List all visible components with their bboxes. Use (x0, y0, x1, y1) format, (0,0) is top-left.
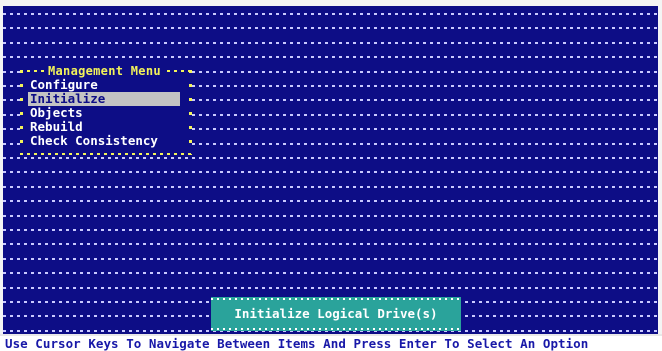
status-bar: Use Cursor Keys To Navigate Between Item… (0, 336, 662, 351)
menu-item-rebuild[interactable]: Rebuild (28, 120, 180, 134)
menu-title: Management Menu (44, 64, 165, 78)
info-box-border-bottom (211, 328, 461, 330)
management-menu: Management Menu Configure Initialize Obj… (20, 64, 192, 157)
background-dash-row (3, 171, 658, 173)
screen-bezel-right (658, 0, 662, 351)
menu-item-configure[interactable]: Configure (28, 78, 180, 92)
bios-screen: Management Menu Configure Initialize Obj… (0, 0, 662, 351)
menu-border-right (189, 70, 192, 155)
background-dash-row (3, 258, 658, 260)
background-dash-row (3, 13, 658, 15)
background-dash-row (3, 56, 658, 58)
info-box: Initialize Logical Drive(s) (211, 297, 461, 331)
menu-item-initialize[interactable]: Initialize (28, 92, 180, 106)
background-dash-row (3, 157, 658, 159)
background-dash-row (3, 243, 658, 245)
status-bar-text: Use Cursor Keys To Navigate Between Item… (5, 336, 589, 351)
background-dash-row (3, 27, 658, 29)
background-dash-row (3, 42, 658, 44)
background-dash-row (3, 215, 658, 217)
background-dash-row (3, 200, 658, 202)
menu-item-check-consistency[interactable]: Check Consistency (28, 134, 180, 148)
background-dash-row (3, 186, 658, 188)
background-dash-row (3, 287, 658, 289)
menu-border-left (20, 70, 23, 155)
background-dash-row (3, 272, 658, 274)
info-box-text: Initialize Logical Drive(s) (234, 306, 438, 321)
background-dash-row (3, 229, 658, 231)
info-box-border-top (211, 298, 461, 300)
menu-item-objects[interactable]: Objects (28, 106, 180, 120)
menu-border-bottom (20, 153, 192, 155)
